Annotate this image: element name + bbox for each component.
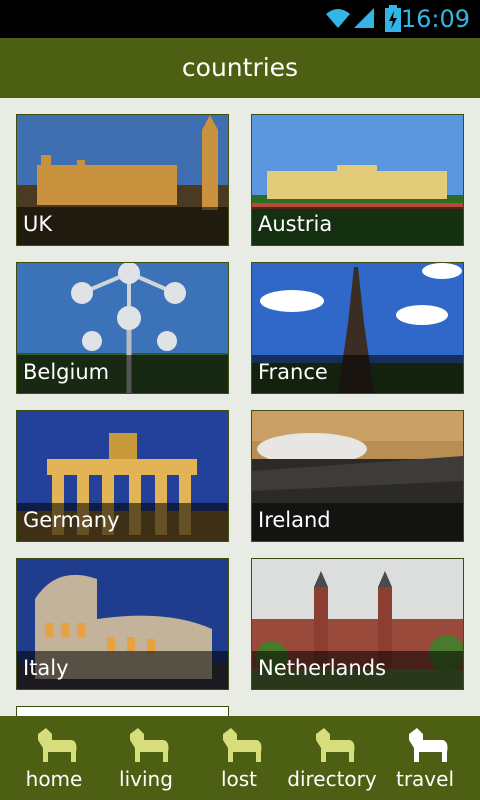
country-tile-italy[interactable]: Italy	[16, 558, 229, 690]
tile-caption: Belgium	[17, 355, 228, 393]
tile-caption: Austria	[252, 207, 463, 245]
dog-icon	[223, 728, 262, 762]
country-tile-belgium[interactable]: Belgium	[16, 262, 229, 394]
country-tile-austria[interactable]: Austria	[251, 114, 464, 246]
country-tile-ireland[interactable]: Ireland	[251, 410, 464, 542]
country-label: Italy	[23, 656, 69, 680]
country-label: France	[258, 360, 328, 384]
nav-home[interactable]: home	[6, 716, 102, 800]
tile-caption: Ireland	[252, 503, 463, 541]
bottom-nav: home living lost directory travel	[0, 716, 480, 800]
tile-caption: Italy	[17, 651, 228, 689]
nav-living[interactable]: living	[98, 716, 194, 800]
nav-label: directory	[287, 767, 377, 791]
tile-caption: France	[252, 355, 463, 393]
title-bar: countries	[0, 38, 480, 98]
country-label: Netherlands	[258, 656, 387, 680]
battery-charging-icon	[385, 5, 401, 32]
country-tile-germany[interactable]: Germany	[16, 410, 229, 542]
dog-icon	[130, 728, 169, 762]
nav-label: home	[25, 767, 83, 791]
country-label: UK	[23, 212, 53, 236]
country-tile-france[interactable]: France	[251, 262, 464, 394]
tile-caption: Netherlands	[252, 651, 463, 689]
dog-icon	[316, 728, 355, 762]
country-label: Austria	[258, 212, 333, 236]
country-label: Ireland	[258, 508, 331, 532]
country-tile-netherlands[interactable]: Netherlands	[251, 558, 464, 690]
status-bar: 16:09	[0, 0, 480, 38]
nav-label: travel	[395, 767, 455, 791]
country-grid: UK Austria Belgium France Germany Irelan…	[0, 98, 480, 716]
nav-label: lost	[220, 767, 258, 791]
nav-label: living	[119, 767, 173, 791]
nav-travel[interactable]: travel	[377, 716, 473, 800]
tile-caption: UK	[17, 207, 228, 245]
signal-icon	[354, 8, 374, 28]
dog-icon	[409, 728, 448, 762]
wifi-icon	[326, 9, 350, 28]
nav-directory[interactable]: directory	[284, 716, 380, 800]
page-title: countries	[181, 53, 299, 82]
country-tile-partial[interactable]	[16, 706, 229, 716]
status-time: 16:09	[400, 5, 470, 33]
tile-caption: Germany	[17, 503, 228, 541]
country-tile-uk[interactable]: UK	[16, 114, 229, 246]
nav-lost[interactable]: lost	[191, 716, 287, 800]
dog-icon	[38, 728, 77, 762]
country-label: Belgium	[23, 360, 110, 384]
country-label: Germany	[23, 508, 120, 532]
